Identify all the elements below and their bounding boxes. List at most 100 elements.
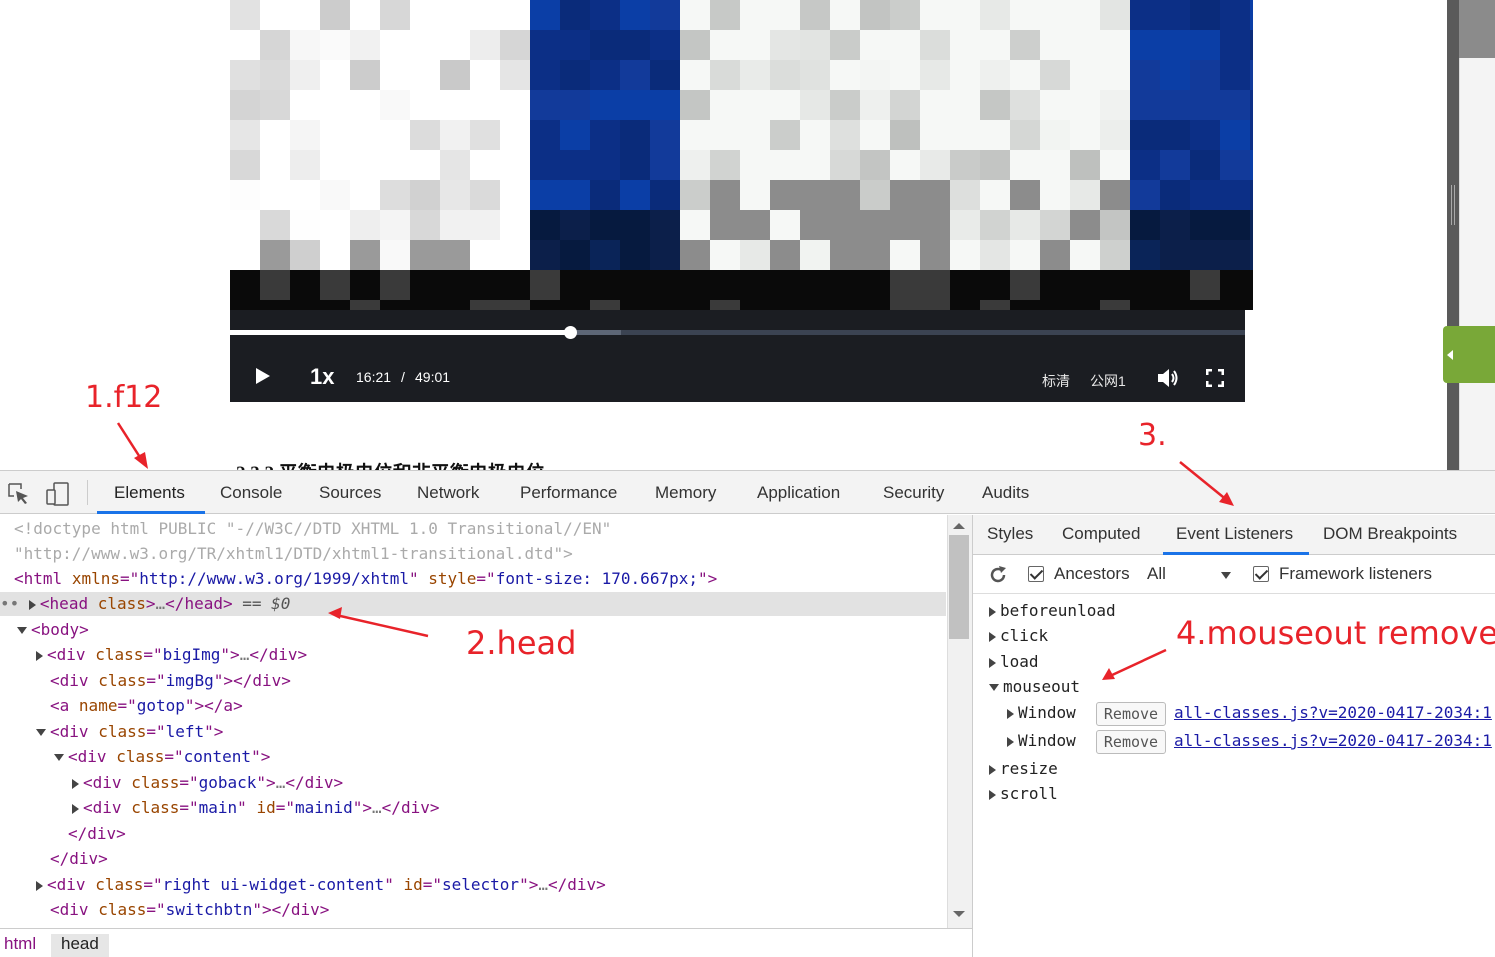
event-scroll[interactable]: scroll <box>989 782 1058 806</box>
mosaic-cell <box>560 270 590 300</box>
dom-line-bigimg[interactable]: <div class="bigImg">…</div> <box>36 643 307 667</box>
progress-knob[interactable] <box>564 326 578 339</box>
mosaic-cell <box>1160 180 1190 210</box>
dom-line-main[interactable]: <div class="main" id="mainid">…</div> <box>72 796 439 820</box>
tab-styles[interactable]: Styles <box>987 524 1033 544</box>
event-resize[interactable]: resize <box>989 757 1058 781</box>
inspect-element-icon[interactable] <box>8 483 30 505</box>
dom-line-imgbg[interactable]: <div class="imgBg"></div> <box>50 669 291 693</box>
mosaic-cell <box>500 120 530 150</box>
dom-line-right[interactable]: <div class="right ui-widget-content" id=… <box>36 873 606 897</box>
mosaic-cell <box>830 120 860 150</box>
playback-speed-button[interactable]: 1x <box>310 364 334 390</box>
tab-dom-breakpoints[interactable]: DOM Breakpoints <box>1323 524 1457 544</box>
tab-memory[interactable]: Memory <box>655 483 716 503</box>
tab-event-listeners[interactable]: Event Listeners <box>1176 524 1293 544</box>
dom-line-body[interactable]: <body> <box>17 618 89 642</box>
line-select-button[interactable]: 公网1 <box>1090 371 1126 391</box>
dom-line-gotop[interactable]: <a name="gotop"></a> <box>50 694 243 718</box>
refresh-icon[interactable] <box>988 565 1008 585</box>
play-icon[interactable] <box>256 368 270 384</box>
event-click[interactable]: click <box>989 624 1048 648</box>
expand-arrow-icon[interactable] <box>1007 736 1014 747</box>
mosaic-cell <box>470 30 500 60</box>
expand-arrow-icon[interactable] <box>28 599 36 610</box>
listener-window-2[interactable]: Window <box>1007 729 1076 753</box>
fullscreen-icon[interactable] <box>1206 369 1224 387</box>
expand-arrow-icon[interactable] <box>36 650 43 661</box>
expand-arrow-icon[interactable] <box>72 803 79 814</box>
mosaic-cell <box>230 300 260 310</box>
event-load[interactable]: load <box>989 650 1039 674</box>
collapse-arrow-icon[interactable] <box>54 754 64 761</box>
expand-arrow-icon[interactable] <box>989 631 996 642</box>
mosaic-cell <box>860 210 890 240</box>
mosaic-cell <box>590 60 620 90</box>
dom-line-head-selected[interactable]: •• <head class>…</head> == $0 <box>0 592 946 616</box>
filter-select[interactable]: All <box>1147 564 1166 584</box>
dom-line-close-left[interactable]: </div> <box>50 847 108 871</box>
mosaic-cell <box>410 210 440 240</box>
mosaic-cell <box>440 240 470 270</box>
scrollbar-thumb[interactable] <box>949 535 969 639</box>
mosaic-cell <box>560 240 590 270</box>
listener-window-1[interactable]: Window <box>1007 701 1076 725</box>
tab-audits[interactable]: Audits <box>982 483 1029 503</box>
progress-track[interactable] <box>230 326 1245 339</box>
breadcrumb-head[interactable]: head <box>51 934 109 957</box>
volume-icon[interactable] <box>1158 368 1180 388</box>
dom-line-switchbtn[interactable]: <div class="switchbtn"></div> <box>50 898 329 922</box>
expand-arrow-icon[interactable] <box>989 764 996 775</box>
ancestors-checkbox[interactable] <box>1028 566 1044 582</box>
expand-arrow-icon[interactable] <box>989 789 996 800</box>
dom-line-doctype[interactable]: <!doctype html PUBLIC "-//W3C//DTD XHTML… <box>14 517 611 541</box>
listener-source-link[interactable]: all-classes.js?v=2020-0417-2034:1 <box>1174 701 1492 725</box>
event-beforeunload[interactable]: beforeunload <box>989 599 1116 623</box>
dom-line-content[interactable]: <div class="content"> <box>54 745 270 769</box>
dom-line-goback[interactable]: <div class="goback">…</div> <box>72 771 343 795</box>
expand-arrow-icon[interactable] <box>989 606 996 617</box>
mosaic-cell <box>1190 60 1220 90</box>
quality-button[interactable]: 标清 <box>1042 371 1070 391</box>
device-toolbar-icon[interactable] <box>46 482 70 506</box>
attr-value: selector <box>442 875 520 894</box>
tab-performance[interactable]: Performance <box>520 483 617 503</box>
chevron-down-icon[interactable] <box>1221 572 1231 579</box>
mosaic-cell <box>830 90 860 120</box>
scrollbar-grip[interactable] <box>1451 185 1455 225</box>
scroll-up-icon[interactable] <box>953 523 965 529</box>
tab-elements[interactable]: Elements <box>114 483 185 503</box>
expand-arrow-icon[interactable] <box>72 778 79 789</box>
dom-line-close-content[interactable]: </div> <box>68 822 126 846</box>
tab-console[interactable]: Console <box>220 483 282 503</box>
remove-listener-button[interactable]: Remove <box>1096 730 1166 754</box>
tab-security[interactable]: Security <box>883 483 944 503</box>
collapse-arrow-icon[interactable] <box>989 684 999 691</box>
tab-network[interactable]: Network <box>417 483 479 503</box>
tab-sources[interactable]: Sources <box>319 483 381 503</box>
expand-arrow-icon[interactable] <box>989 657 996 668</box>
remove-listener-button[interactable]: Remove <box>1096 702 1166 726</box>
dom-line-html[interactable]: <html xmlns="http://www.w3.org/1999/xhtm… <box>14 567 717 591</box>
annotation-step2: 2.head <box>466 624 577 662</box>
collapse-arrow-icon[interactable] <box>36 729 46 736</box>
mosaic-cell <box>680 30 710 60</box>
listener-source-link[interactable]: all-classes.js?v=2020-0417-2034:1 <box>1174 729 1492 753</box>
mosaic-cell <box>530 270 560 300</box>
tab-computed[interactable]: Computed <box>1062 524 1140 544</box>
mosaic-cell <box>860 300 890 310</box>
framework-listeners-checkbox[interactable] <box>1253 566 1269 582</box>
breadcrumb-html[interactable]: html <box>0 934 46 957</box>
expand-arrow-icon[interactable] <box>36 880 43 891</box>
dom-line-doctype-cont[interactable]: "http://www.w3.org/TR/xhtml1/DTD/xhtml1-… <box>14 542 573 566</box>
tab-application[interactable]: Application <box>757 483 840 503</box>
collapse-arrow-icon[interactable] <box>17 627 27 634</box>
mosaic-cell <box>740 90 770 120</box>
scroll-down-icon[interactable] <box>953 911 965 917</box>
mosaic-cell <box>800 0 830 30</box>
event-mouseout[interactable]: mouseout <box>989 675 1080 699</box>
expand-arrow-icon[interactable] <box>1007 708 1014 719</box>
page-scrollbar[interactable] <box>1447 0 1459 470</box>
dom-line-left[interactable]: <div class="left"> <box>36 720 223 744</box>
mosaic-cell <box>1040 150 1070 180</box>
